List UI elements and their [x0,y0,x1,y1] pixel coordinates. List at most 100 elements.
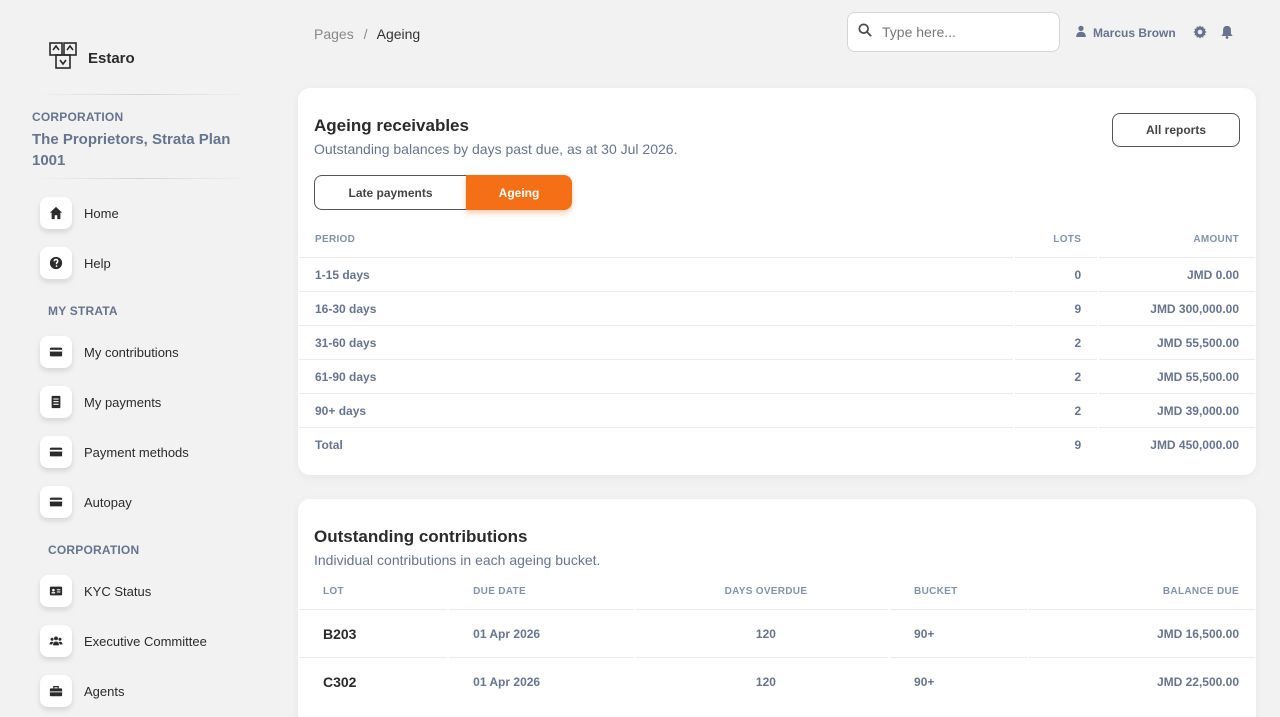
sidebar-item-kyc-status[interactable]: KYC Status [40,575,151,607]
sidebar-divider [32,178,250,179]
card-subtitle: Individual contributions in each ageing … [314,552,601,568]
column-header-balance-due: BALANCE DUE [1162,585,1239,597]
section-label-corporation: CORPORATION [48,543,140,557]
lots-cell: 0 [1015,257,1098,291]
breadcrumb: Pages / Ageing [314,26,420,42]
balance-due-cell: JMD 16,500.00 [1029,609,1255,657]
search-icon [858,22,872,42]
amount-cell: JMD 450,000.00 [1099,427,1255,461]
column-header-days-overdue: DAYS OVERDUE [724,585,808,597]
contributions-table: LOT DUE DATE DAYS OVERDUE BUCKET BALANCE… [298,573,1256,705]
sidebar-item-executive-committee[interactable]: Executive Committee [40,625,207,657]
user-icon [1075,25,1093,40]
lot-cell: B203 [299,609,448,657]
bell-icon[interactable] [1220,25,1234,39]
all-reports-button[interactable]: All reports [1112,113,1240,147]
credit-card-icon [40,486,72,518]
balance-due-cell: JMD 22,500.00 [1029,657,1255,705]
sidebar-item-help[interactable]: Help [40,247,111,279]
sidebar-item-my-contributions[interactable]: My contributions [40,336,179,368]
days-overdue-cell: 120 [635,657,889,705]
sidebar-item-label: Agents [84,683,125,699]
breadcrumb-current: Ageing [376,26,421,42]
column-header-period: PERIOD [315,233,356,245]
table-row: 31-60 days 2 JMD 55,500.00 [299,325,1255,359]
column-header-amount: AMOUNT [1193,233,1239,245]
table-row[interactable]: B203 01 Apr 2026 120 90+ JMD 16,500.00 [299,609,1255,657]
lots-cell: 2 [1015,393,1098,427]
lots-cell: 2 [1015,359,1098,393]
sidebar-item-label: KYC Status [84,583,152,599]
report-tabs: Late payments Ageing [314,175,572,210]
brand[interactable]: Estaro [48,40,135,77]
sidebar-item-label: Help [84,255,111,271]
users-icon [40,625,72,657]
credit-card-icon [40,436,72,468]
card-title: Outstanding contributions [314,527,528,546]
amount-cell: JMD 55,500.00 [1099,325,1255,359]
amount-cell: JMD 55,500.00 [1099,359,1255,393]
due-date-cell: 01 Apr 2026 [449,657,634,705]
credit-card-icon [40,336,72,368]
outstanding-contributions-card: Outstanding contributions Individual con… [298,499,1256,717]
sidebar-item-payment-methods[interactable]: Payment methods [40,436,189,468]
bucket-cell: 90+ [890,609,1028,657]
days-overdue-cell: 120 [635,609,889,657]
lots-cell: 2 [1015,325,1098,359]
breadcrumb-root[interactable]: Pages [314,26,354,42]
column-header-bucket: BUCKET [914,585,958,597]
bucket-cell: 90+ [890,657,1028,705]
lot-cell: C302 [299,657,448,705]
sidebar-item-agents[interactable]: Agents [40,675,124,707]
sidebar-item-label: Home [84,205,119,221]
column-header-lots: LOTS [1053,233,1082,245]
table-total-row: Total 9 JMD 450,000.00 [299,427,1255,461]
sidebar-item-my-payments[interactable]: My payments [40,386,161,418]
table-row: 1-15 days 0 JMD 0.00 [299,257,1255,291]
period-cell: 1-15 days [299,257,1014,291]
column-header-due-date: DUE DATE [473,585,526,597]
user-menu[interactable]: Marcus Brown [1075,25,1176,40]
lots-cell: 9 [1015,427,1098,461]
ageing-table: PERIOD LOTS AMOUNT 1-15 days 0 JMD 0.00 … [298,221,1256,461]
receipt-icon [40,386,72,418]
search-input[interactable] [882,24,1042,40]
brand-name: Estaro [88,50,135,67]
home-icon [40,197,72,229]
period-cell: 16-30 days [299,291,1014,325]
sidebar-item-label: Autopay [84,494,132,510]
tab-ageing[interactable]: Ageing [466,175,572,210]
gear-icon[interactable] [1193,25,1207,39]
sidebar-item-label: My payments [84,394,162,410]
amount-cell: JMD 300,000.00 [1099,291,1255,325]
sidebar-item-autopay[interactable]: Autopay [40,486,132,518]
due-date-cell: 01 Apr 2026 [449,609,634,657]
corporation-label: CORPORATION [32,110,124,124]
tab-late-payments[interactable]: Late payments [314,175,466,210]
id-card-icon [40,575,72,607]
ageing-receivables-card: Ageing receivables Outstanding balances … [298,88,1256,475]
period-cell: 31-60 days [299,325,1014,359]
section-label-my-strata: MY STRATA [48,304,118,318]
period-cell: 61-90 days [299,359,1014,393]
period-cell: 90+ days [299,393,1014,427]
amount-cell: JMD 39,000.00 [1099,393,1255,427]
table-row: 90+ days 2 JMD 39,000.00 [299,393,1255,427]
table-row[interactable]: C302 01 Apr 2026 120 90+ JMD 22,500.00 [299,657,1255,705]
lots-cell: 9 [1015,291,1098,325]
sidebar: Estaro CORPORATION The Proprietors, Stra… [0,0,270,717]
help-icon [40,247,72,279]
card-title: Ageing receivables [314,116,469,135]
search-box [847,12,1060,52]
table-row: 16-30 days 9 JMD 300,000.00 [299,291,1255,325]
card-subtitle: Outstanding balances by days past due, a… [314,141,678,157]
sidebar-item-label: My contributions [84,344,179,360]
corporation-name: The Proprietors, Strata Plan 1001 [32,131,231,169]
column-header-lot: LOT [323,585,344,597]
briefcase-icon [40,675,72,707]
sidebar-item-home[interactable]: Home [40,197,119,229]
breadcrumb-separator: / [363,26,368,42]
sidebar-item-label: Payment methods [84,444,189,460]
user-name: Marcus Brown [1093,25,1176,40]
table-header-row: PERIOD LOTS AMOUNT [299,221,1255,257]
